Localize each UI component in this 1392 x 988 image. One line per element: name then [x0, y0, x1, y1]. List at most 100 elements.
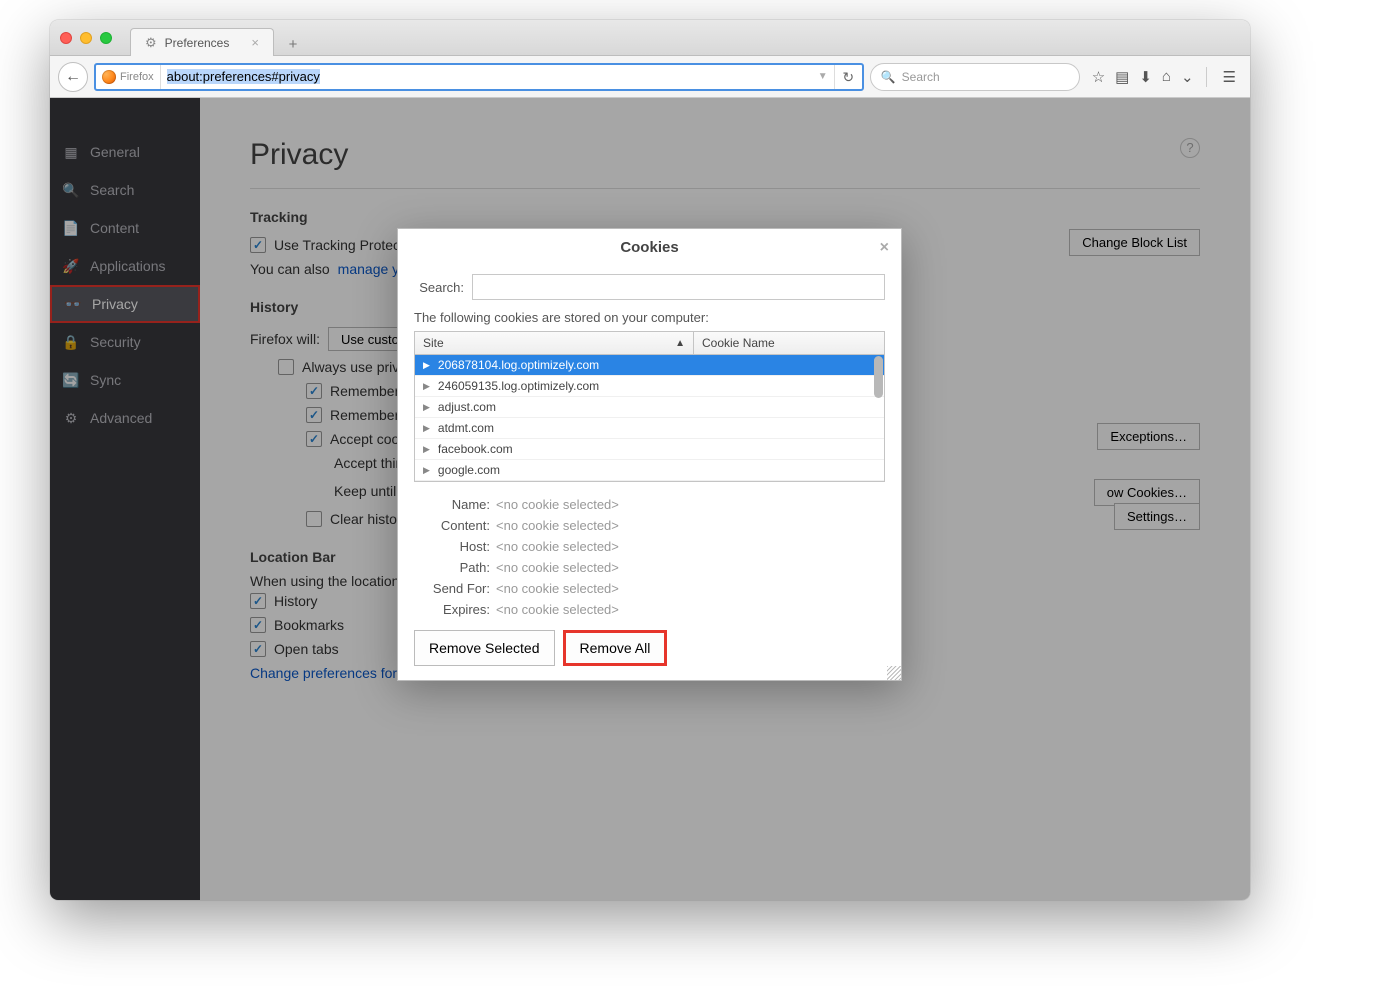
sidebar-item-label: Search — [90, 182, 134, 198]
disclosure-icon: ▶ — [423, 381, 430, 392]
accept-cookies-checkbox[interactable] — [306, 431, 322, 447]
cookies-dialog: Cookies × Search: The following cookies … — [397, 228, 902, 681]
resize-grip-icon[interactable] — [887, 666, 901, 680]
remove-selected-button[interactable]: Remove Selected — [414, 630, 555, 666]
detail-path-value: <no cookie selected> — [490, 560, 619, 575]
clear-settings-button[interactable]: Settings… — [1114, 503, 1200, 530]
always-private-checkbox[interactable] — [278, 359, 294, 375]
tab-label: Preferences — [165, 36, 230, 50]
sidebar-item-content[interactable]: 📄 Content — [50, 209, 200, 247]
minimize-window-button[interactable] — [80, 32, 92, 44]
clear-history-checkbox[interactable] — [306, 511, 322, 527]
sidebar-item-label: General — [90, 144, 140, 160]
search-placeholder: Search — [902, 70, 940, 84]
keep-until-label: Keep until: — [334, 483, 400, 499]
sidebar-item-security[interactable]: 🔒Security — [50, 323, 200, 361]
cookie-row[interactable]: ▶ atdmt.com — [415, 418, 884, 439]
sidebar-item-sync[interactable]: 🔄Sync — [50, 361, 200, 399]
sidebar-item-search[interactable]: 🔍 Search — [50, 171, 200, 209]
gear-icon: ⚙ — [145, 35, 157, 51]
show-cookies-button[interactable]: ow Cookies… — [1094, 479, 1200, 506]
detail-content-value: <no cookie selected> — [490, 518, 619, 533]
sort-asc-icon: ▲ — [675, 338, 685, 349]
cookie-details: Name:<no cookie selected> Content:<no co… — [414, 490, 885, 630]
remember-search-checkbox[interactable] — [306, 407, 322, 423]
sidebar-item-applications[interactable]: 🚀Applications — [50, 247, 200, 285]
downloads-icon[interactable]: ⬇ — [1139, 68, 1152, 86]
dialog-title: Cookies — [620, 239, 678, 256]
col-site-header[interactable]: Site ▲ — [415, 332, 694, 354]
help-icon[interactable]: ? — [1180, 138, 1200, 158]
nav-toolbar: ← Firefox about:preferences#privacy ▼ ↻ … — [50, 56, 1250, 98]
bookmark-star-icon[interactable]: ☆ — [1092, 68, 1105, 86]
tab-strip: ⚙ Preferences × + — [130, 20, 306, 55]
close-dialog-icon[interactable]: × — [880, 239, 889, 257]
col-cookie-header[interactable]: Cookie Name — [694, 332, 884, 354]
sidebar-item-general[interactable]: ▦ General — [50, 133, 200, 171]
back-button[interactable]: ← — [58, 62, 88, 92]
cookie-site-label: facebook.com — [438, 442, 513, 456]
maximize-window-button[interactable] — [100, 32, 112, 44]
window-controls — [60, 32, 112, 44]
general-icon: ▦ — [62, 144, 80, 161]
pocket-icon[interactable]: ⌄ — [1181, 68, 1194, 86]
cookie-site-label: atdmt.com — [438, 421, 494, 435]
cookie-row[interactable]: ▶206878104.log.optimizely.com — [415, 355, 884, 376]
close-tab-icon[interactable]: × — [251, 35, 259, 50]
applications-icon: 🚀 — [62, 258, 80, 275]
sidebar-item-label: Content — [90, 220, 139, 236]
tracking-heading: Tracking — [250, 209, 1200, 225]
search-label: Search: — [414, 280, 464, 295]
url-input[interactable]: about:preferences#privacy — [161, 69, 812, 84]
search-nav-icon: 🔍 — [62, 182, 80, 199]
exceptions-button[interactable]: Exceptions… — [1097, 423, 1200, 450]
toolbar-buttons: ☆ ▤ ⬇ ⌂ ⌄ ☰ — [1086, 67, 1242, 87]
identity-box[interactable]: Firefox — [96, 65, 161, 89]
disclosure-icon: ▶ — [423, 423, 430, 434]
detail-sendfor-label: Send For: — [414, 581, 490, 596]
location-bookmarks-checkbox[interactable] — [250, 617, 266, 633]
tracking-protection-checkbox[interactable] — [250, 237, 266, 253]
url-dropdown-icon[interactable]: ▼ — [812, 71, 834, 82]
identity-label: Firefox — [120, 71, 154, 83]
location-opentabs-label: Open tabs — [274, 641, 339, 657]
dialog-header: Cookies × — [398, 229, 901, 266]
sidebar-item-label: Advanced — [90, 410, 152, 426]
content-icon: 📄 — [62, 220, 80, 237]
cookie-site-label: 246059135.log.optimizely.com — [438, 379, 599, 393]
table-body[interactable]: ▶206878104.log.optimizely.com ▶246059135… — [415, 355, 884, 481]
disclosure-icon: ▶ — [423, 402, 430, 413]
cookie-row[interactable]: ▶facebook.com — [415, 439, 884, 460]
remember-browsing-checkbox[interactable] — [306, 383, 322, 399]
remove-all-button[interactable]: Remove All — [563, 630, 668, 666]
cookie-site-label: 206878104.log.optimizely.com — [438, 358, 599, 372]
cookie-row[interactable]: ▶ 246059135.log.optimizely.com — [415, 376, 884, 397]
new-tab-button[interactable]: + — [280, 33, 306, 55]
location-opentabs-checkbox[interactable] — [250, 641, 266, 657]
reload-button[interactable]: ↻ — [834, 64, 862, 90]
location-history-label: History — [274, 593, 318, 609]
sidebar-item-advanced[interactable]: ⚙Advanced — [50, 399, 200, 437]
cookie-row[interactable]: ▶ google.com — [415, 460, 884, 481]
detail-name-value: <no cookie selected> — [490, 497, 619, 512]
home-icon[interactable]: ⌂ — [1162, 68, 1171, 85]
library-icon[interactable]: ▤ — [1115, 68, 1129, 86]
disclosure-icon: ▶ — [423, 465, 430, 476]
detail-content-label: Content: — [414, 518, 490, 533]
close-window-button[interactable] — [60, 32, 72, 44]
menu-button[interactable]: ☰ — [1223, 68, 1236, 86]
search-box[interactable]: 🔍 Search — [870, 63, 1080, 91]
location-history-checkbox[interactable] — [250, 593, 266, 609]
scrollbar-thumb[interactable] — [874, 356, 883, 398]
cookie-search-input[interactable] — [472, 274, 885, 300]
location-bookmarks-label: Bookmarks — [274, 617, 344, 633]
change-blocklist-button[interactable]: Change Block List — [1069, 229, 1200, 256]
security-icon: 🔒 — [62, 334, 80, 351]
detail-name-label: Name: — [414, 497, 490, 512]
cookie-site-label: google.com — [438, 463, 500, 477]
tab-preferences[interactable]: ⚙ Preferences × — [130, 28, 274, 56]
url-bar[interactable]: Firefox about:preferences#privacy ▼ ↻ — [94, 63, 864, 91]
sidebar-item-privacy[interactable]: 👓Privacy — [50, 285, 200, 323]
cookie-row[interactable]: ▶adjust.com — [415, 397, 884, 418]
detail-expires-label: Expires: — [414, 602, 490, 617]
